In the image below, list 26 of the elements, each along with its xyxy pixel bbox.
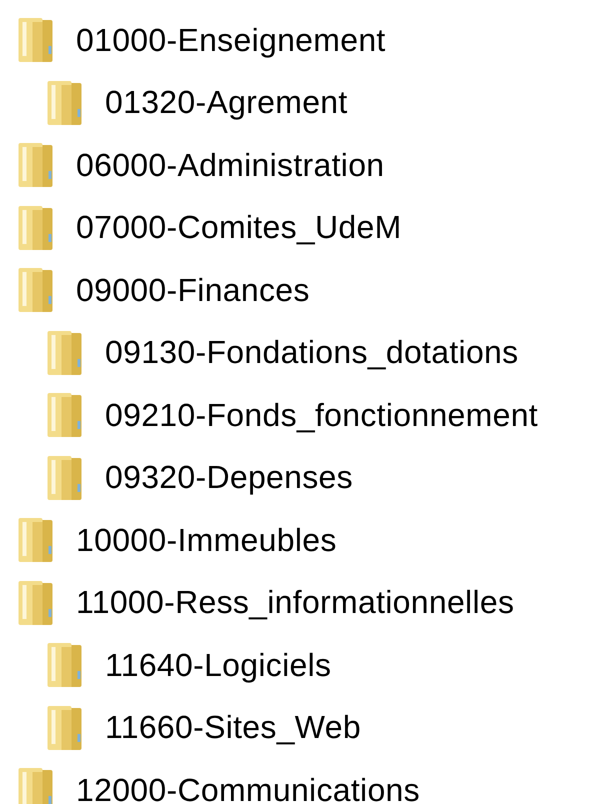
- folder-icon: [45, 641, 84, 690]
- folder-icon: [16, 204, 55, 252]
- folder-name[interactable]: 01000-Enseignement: [76, 22, 386, 59]
- folder-name[interactable]: 12000-Communications: [76, 772, 420, 804]
- folder-icon: [16, 516, 55, 564]
- folder-icon: [45, 328, 84, 377]
- folder-name[interactable]: 09130-Fondations_dotations: [105, 334, 518, 372]
- folder-icon: [16, 766, 55, 804]
- folder-name[interactable]: 09000-Finances: [76, 272, 310, 309]
- folder-name[interactable]: 11640-Logiciels: [105, 646, 332, 684]
- folder-icon: [45, 454, 84, 502]
- folder-name[interactable]: 11660-Sites_Web: [105, 709, 361, 746]
- folder-name[interactable]: 01320-Agrement: [105, 84, 348, 122]
- folder-icon: [45, 391, 84, 440]
- folder-name[interactable]: 09210-Fonds_fonctionnement: [105, 396, 538, 434]
- folder-icon: [45, 78, 84, 127]
- folder-name[interactable]: 09320-Depenses: [105, 459, 353, 496]
- folder-icon: [16, 578, 55, 627]
- folder-name[interactable]: 07000-Comites_UdeM: [76, 209, 402, 246]
- folder-icon: [16, 141, 55, 190]
- folder-icon: [45, 704, 84, 752]
- folder-name[interactable]: 06000-Administration: [76, 146, 384, 184]
- folder-name[interactable]: 11000-Ress_informationnelles: [76, 584, 514, 622]
- folder-icon: [16, 16, 55, 64]
- folder-icon: [16, 266, 55, 314]
- folder-name[interactable]: 10000-Immeubles: [76, 522, 337, 559]
